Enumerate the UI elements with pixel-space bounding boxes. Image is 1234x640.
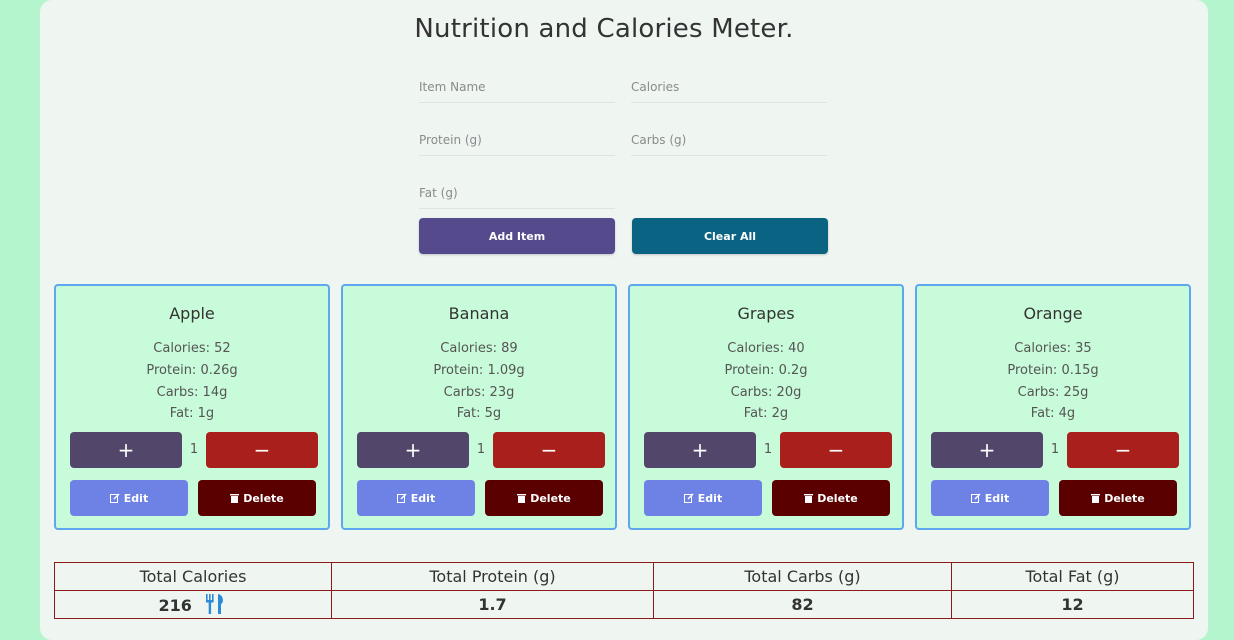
trash-icon [230,494,240,503]
food-card-apple: Apple Calories: 52 Protein: 0.26g Carbs:… [54,284,330,530]
food-name: Orange [1023,304,1083,323]
utensils-icon [206,594,224,614]
total-calories-cell: 216 [54,590,332,619]
increase-button[interactable]: + [357,432,469,468]
trash-icon [804,494,814,503]
decrease-button[interactable]: − [206,432,318,468]
edit-button[interactable]: Edit [644,480,762,516]
total-carbs-header: Total Carbs (g) [653,562,952,591]
food-protein: Protein: 0.26g [146,363,238,378]
food-calories: Calories: 89 [440,341,518,356]
total-calories-header: Total Calories [54,562,332,591]
edit-label: Edit [410,491,436,505]
food-card-grapes: Grapes Calories: 40 Protein: 0.2g Carbs:… [628,284,904,530]
food-name: Banana [448,304,510,323]
food-protein: Protein: 0.2g [724,363,808,378]
carbs-input[interactable] [631,133,827,147]
increase-button[interactable]: + [931,432,1043,468]
total-carbs-value: 82 [653,590,952,619]
trash-icon [1091,494,1101,503]
quantity-value: 1 [476,442,486,457]
quantity-value: 1 [1050,442,1060,457]
food-protein: Protein: 1.09g [433,363,525,378]
food-card-orange: Orange Calories: 35 Protein: 0.15g Carbs… [915,284,1191,530]
food-carbs: Carbs: 23g [443,385,515,400]
food-fat: Fat: 4g [1030,406,1076,421]
delete-button[interactable]: Delete [1059,480,1177,516]
delete-button[interactable]: Delete [772,480,890,516]
edit-icon [109,493,120,503]
increase-button[interactable]: + [70,432,182,468]
totals-table: Total Calories Total Protein (g) Total C… [54,562,1194,619]
total-calories-value: 216 [158,596,192,615]
edit-icon [396,493,407,503]
food-protein: Protein: 0.15g [1007,363,1099,378]
food-calories: Calories: 40 [727,341,805,356]
edit-label: Edit [697,491,723,505]
fat-field[interactable] [419,178,615,209]
delete-label: Delete [817,491,858,505]
food-calories: Calories: 52 [153,341,231,356]
increase-button[interactable]: + [644,432,756,468]
food-carbs: Carbs: 20g [730,385,802,400]
edit-label: Edit [984,491,1010,505]
delete-label: Delete [1104,491,1145,505]
delete-label: Delete [530,491,571,505]
decrease-button[interactable]: − [780,432,892,468]
food-fat: Fat: 5g [456,406,502,421]
edit-label: Edit [123,491,149,505]
item-name-input[interactable] [419,80,615,94]
edit-button[interactable]: Edit [931,480,1049,516]
page-title: Nutrition and Calories Meter. [414,14,794,44]
carbs-field[interactable] [631,125,827,156]
food-fat: Fat: 1g [169,406,215,421]
protein-field[interactable] [419,125,615,156]
food-name: Apple [169,304,215,323]
food-carbs: Carbs: 14g [156,385,228,400]
decrease-button[interactable]: − [493,432,605,468]
edit-icon [970,493,981,503]
total-fat-value: 12 [951,590,1194,619]
total-protein-header: Total Protein (g) [331,562,654,591]
delete-label: Delete [243,491,284,505]
add-item-button[interactable]: Add Item [419,218,615,254]
edit-icon [683,493,694,503]
edit-button[interactable]: Edit [357,480,475,516]
quantity-value: 1 [189,442,199,457]
protein-input[interactable] [419,133,615,147]
calories-input[interactable] [631,80,827,94]
fat-input[interactable] [419,186,615,200]
trash-icon [517,494,527,503]
totals-value-row: 216 1.7 82 12 [54,590,1194,619]
clear-all-button[interactable]: Clear All [632,218,828,254]
item-name-field[interactable] [419,72,615,103]
delete-button[interactable]: Delete [485,480,603,516]
calories-field[interactable] [631,72,827,103]
quantity-value: 1 [763,442,773,457]
decrease-button[interactable]: − [1067,432,1179,468]
food-name: Grapes [737,304,795,323]
food-fat: Fat: 2g [743,406,789,421]
food-calories: Calories: 35 [1014,341,1092,356]
total-fat-header: Total Fat (g) [951,562,1194,591]
total-protein-value: 1.7 [331,590,654,619]
delete-button[interactable]: Delete [198,480,316,516]
food-card-banana: Banana Calories: 89 Protein: 1.09g Carbs… [341,284,617,530]
food-carbs: Carbs: 25g [1017,385,1089,400]
totals-header-row: Total Calories Total Protein (g) Total C… [54,562,1194,591]
edit-button[interactable]: Edit [70,480,188,516]
